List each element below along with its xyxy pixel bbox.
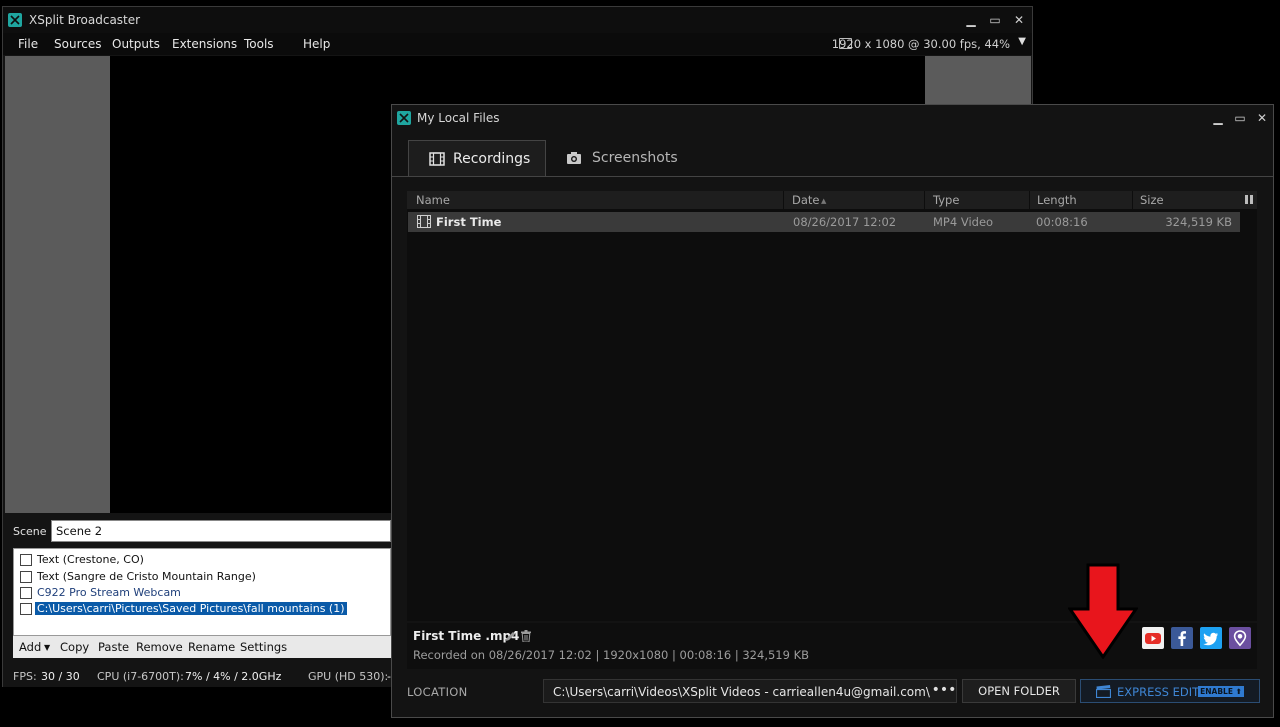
source-label: Text (Crestone, CO) <box>37 553 144 566</box>
column-divider <box>1029 191 1030 209</box>
sort-ascending-icon: ▲ <box>821 197 827 205</box>
enable-badge[interactable]: ENABLE ⬆ <box>1198 686 1244 697</box>
table-row[interactable]: First Time 08/26/2017 12:02 MP4 Video 00… <box>408 212 1240 232</box>
maximize-icon[interactable]: ▭ <box>986 11 1004 29</box>
trash-icon[interactable] <box>521 630 531 642</box>
sources-toolbar: Add ▼ Copy Paste Remove Rename Settings <box>13 636 391 658</box>
selected-file-meta: Recorded on 08/26/2017 12:02 | 1920x1080… <box>413 648 810 662</box>
browse-more-button[interactable]: ••• <box>931 679 957 703</box>
column-header-type[interactable]: Type <box>933 193 959 207</box>
row-date: 08/26/2017 12:02 <box>793 215 897 229</box>
source-checkbox[interactable] <box>20 571 32 583</box>
close-icon[interactable]: ✕ <box>1253 109 1271 127</box>
menu-file[interactable]: File <box>18 37 38 51</box>
preview-gray-left <box>5 56 110 513</box>
gpu-label: GPU (HD 530): <box>308 670 389 683</box>
row-size: 324,519 KB <box>1165 215 1232 229</box>
add-dropdown-icon[interactable]: ▼ <box>44 643 50 652</box>
recordings-list: Name Date ▲ Type Length Size First Time … <box>407 191 1257 621</box>
source-label: Text (Sangre de Cristo Mountain Range) <box>37 570 256 583</box>
express-edit-button[interactable]: EXPRESS EDIT ENABLE ⬆ <box>1080 679 1260 703</box>
red-arrow-annotation <box>1068 563 1138 659</box>
column-chooser-icon[interactable] <box>1245 195 1253 204</box>
youtube-icon[interactable] <box>1142 627 1164 649</box>
resolution-dropdown-icon[interactable]: ▼ <box>1018 36 1026 47</box>
sources-list: Text (Crestone, CO) Text (Sangre de Cris… <box>13 548 391 636</box>
settings-button[interactable]: Settings <box>240 640 287 654</box>
menu-sources[interactable]: Sources <box>54 37 101 51</box>
location-path-field[interactable]: C:\Users\carri\Videos\XSplit Videos - ca… <box>543 679 957 703</box>
tab-screenshots[interactable]: Screenshots <box>550 140 700 177</box>
resolution-readout[interactable]: 1920 x 1080 @ 30.00 fps, 44% <box>832 37 1010 51</box>
cpu-label: CPU (i7-6700T): <box>97 670 184 683</box>
periscope-icon[interactable] <box>1229 627 1251 649</box>
tab-screenshots-label: Screenshots <box>592 150 678 166</box>
minimize-icon[interactable]: ▁ <box>962 11 980 29</box>
camera-icon <box>567 152 581 164</box>
video-file-icon <box>417 215 431 228</box>
twitter-icon[interactable] <box>1200 627 1222 649</box>
local-files-window: My Local Files ▁ ▭ ✕ Recordings Screensh… <box>391 104 1274 718</box>
film-icon <box>429 152 445 166</box>
open-folder-button[interactable]: OPEN FOLDER <box>962 679 1076 703</box>
source-label: C:\Users\carri\Pictures\Saved Pictures\f… <box>35 602 347 615</box>
main-titlebar[interactable]: XSplit Broadcaster ▁ ▭ ✕ <box>3 7 1032 33</box>
column-header-name[interactable]: Name <box>416 193 450 207</box>
main-window-title: XSplit Broadcaster <box>29 13 141 27</box>
tab-recordings[interactable]: Recordings <box>408 140 546 177</box>
column-header-size[interactable]: Size <box>1140 193 1164 207</box>
selected-file-name: First Time .mp4 <box>413 629 520 643</box>
menu-tools[interactable]: Tools <box>244 37 274 51</box>
source-checkbox[interactable] <box>20 587 32 599</box>
column-divider <box>924 191 925 209</box>
tab-recordings-label: Recordings <box>453 151 531 167</box>
row-type: MP4 Video <box>933 215 994 229</box>
fps-value: 30 / 30 <box>41 670 80 683</box>
remove-button[interactable]: Remove <box>136 640 183 654</box>
scene-name-input[interactable]: Scene 2 <box>51 520 391 542</box>
xsplit-logo-icon <box>397 111 411 125</box>
facebook-icon[interactable] <box>1171 627 1193 649</box>
clapperboard-icon <box>1096 685 1111 698</box>
list-header: Name Date ▲ Type Length Size <box>407 191 1257 209</box>
preview-gray-right <box>925 56 1031 104</box>
column-header-length[interactable]: Length <box>1037 193 1077 207</box>
source-checkbox[interactable] <box>20 603 32 615</box>
source-checkbox[interactable] <box>20 554 32 566</box>
fps-label: FPS: <box>13 670 37 683</box>
files-titlebar[interactable]: My Local Files ▁ ▭ ✕ <box>392 105 1273 131</box>
minimize-icon[interactable]: ▁ <box>1209 109 1227 127</box>
close-icon[interactable]: ✕ <box>1010 11 1028 29</box>
source-item[interactable]: Text (Crestone, CO) <box>16 552 390 568</box>
rename-button[interactable]: Rename <box>188 640 235 654</box>
menu-extensions[interactable]: Extensions <box>172 37 237 51</box>
menu-help[interactable]: Help <box>303 37 330 51</box>
files-window-title: My Local Files <box>417 111 500 125</box>
express-edit-label: EXPRESS EDIT <box>1117 685 1200 699</box>
pencil-icon[interactable] <box>505 631 516 642</box>
cpu-value: 7% / 4% / 2.0GHz <box>185 670 282 683</box>
column-header-date[interactable]: Date <box>792 193 820 207</box>
source-item[interactable]: C922 Pro Stream Webcam <box>16 585 390 601</box>
source-item-selected[interactable]: C:\Users\carri\Pictures\Saved Pictures\f… <box>16 601 390 617</box>
paste-button[interactable]: Paste <box>98 640 129 654</box>
row-name: First Time <box>436 215 502 229</box>
source-label: C922 Pro Stream Webcam <box>37 586 181 599</box>
maximize-icon[interactable]: ▭ <box>1231 109 1249 127</box>
source-item[interactable]: Text (Sangre de Cristo Mountain Range) <box>16 569 390 585</box>
row-length: 00:08:16 <box>1036 215 1088 229</box>
scene-label: Scene <box>13 525 47 538</box>
xsplit-logo-icon <box>8 13 22 27</box>
location-label: LOCATION <box>407 685 468 699</box>
main-menubar: File Sources Outputs Extensions Tools He… <box>3 33 1032 55</box>
column-divider <box>1132 191 1133 209</box>
copy-button[interactable]: Copy <box>60 640 89 654</box>
tab-divider <box>392 176 1273 177</box>
column-divider <box>783 191 784 209</box>
menu-outputs[interactable]: Outputs <box>112 37 160 51</box>
add-source-button[interactable]: Add <box>19 640 41 654</box>
